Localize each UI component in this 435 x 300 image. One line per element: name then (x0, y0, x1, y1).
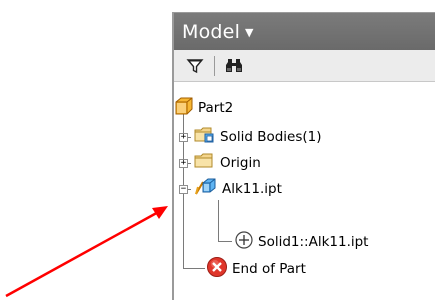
derived-part-icon (194, 176, 218, 202)
binoculars-icon[interactable] (223, 55, 245, 77)
filter-funnel-icon[interactable] (184, 55, 206, 77)
circle-plus-icon (234, 230, 254, 254)
end-of-part-icon (206, 256, 228, 282)
toolbar-separator (214, 55, 215, 76)
tree-node-part2[interactable]: Part2 (174, 95, 233, 121)
solid-bodies-folder-icon (194, 125, 216, 149)
browser-toolbar (174, 50, 435, 82)
tree-node-label: End of Part (232, 261, 306, 277)
tree-connector (183, 268, 205, 269)
tree-node-label: Part2 (198, 100, 234, 116)
tree-node-solid1-alk11-ipt[interactable]: Solid1::Alk11.ipt (234, 229, 368, 255)
caret-down-icon[interactable]: ▼ (245, 26, 253, 39)
browser-title[interactable]: Model (182, 21, 240, 43)
tree-node-end-of-part[interactable]: End of Part (206, 256, 306, 282)
screenshot-canvas: Model ▼ Part2 + Solid Bodies(1) + Origin… (0, 0, 435, 300)
collapse-toggle[interactable]: − (179, 185, 188, 194)
expand-toggle[interactable]: + (179, 159, 188, 168)
tree-connector (218, 241, 232, 242)
browser-header[interactable]: Model ▼ (174, 12, 435, 50)
model-tree: Part2 + Solid Bodies(1) + Origin − Alk11… (174, 93, 435, 300)
tree-node-label: Solid Bodies(1) (220, 129, 322, 145)
tree-node-label: Alk11.ipt (222, 181, 282, 197)
tree-node-label: Solid1::Alk11.ipt (258, 234, 369, 250)
expand-toggle[interactable]: + (179, 133, 188, 142)
tree-node-alk11-ipt[interactable]: Alk11.ipt (194, 176, 282, 202)
tree-connector (218, 200, 219, 242)
tree-node-label: Origin (220, 155, 261, 171)
tree-node-solid-bodies[interactable]: Solid Bodies(1) (194, 124, 322, 150)
model-browser-panel: Model ▼ Part2 + Solid Bodies(1) + Origin… (172, 12, 435, 300)
folder-icon (194, 151, 216, 175)
part-cube-icon (174, 96, 194, 120)
tree-node-origin[interactable]: Origin (194, 150, 261, 176)
